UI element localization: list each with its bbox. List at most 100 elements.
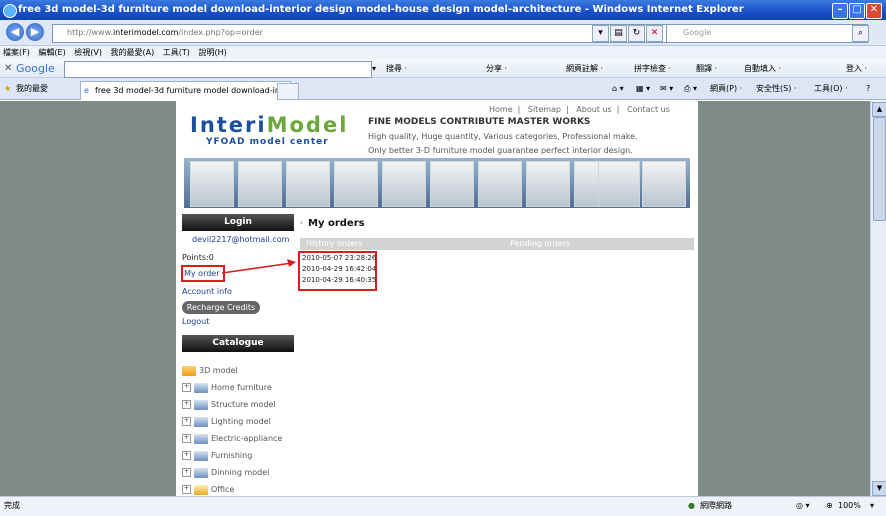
close-button[interactable]: ✕ <box>866 3 882 19</box>
google-search-input[interactable] <box>64 61 372 78</box>
tab-current[interactable]: e free 3d model-3d furniture model downl… <box>80 81 291 100</box>
order-row[interactable]: 2010-04-29 16:42:04 <box>302 265 376 273</box>
expand-icon[interactable]: + <box>182 383 191 392</box>
page-menu[interactable]: 網頁(P) · <box>710 78 742 100</box>
order-row[interactable]: 2010-04-29 16:40:35 <box>302 276 376 284</box>
expand-icon[interactable]: + <box>182 434 191 443</box>
bookmark-note-button[interactable]: 網頁註解 · <box>566 59 603 78</box>
menu-view[interactable]: 檢視(V) <box>74 48 102 57</box>
orders-tab-strip: History orders Pending orders <box>300 238 694 250</box>
tree-item-dinning[interactable]: + Dinning model <box>182 467 269 479</box>
my-order-link[interactable]: My order <box>184 269 220 278</box>
banner-sink-image[interactable] <box>598 161 640 207</box>
autofill-button[interactable]: 自動填入 · <box>744 59 781 78</box>
catalogue-heading: Catalogue <box>182 335 294 352</box>
address-dropdown-icon[interactable]: ▾ <box>592 25 609 42</box>
spellcheck-button[interactable]: 拼字檢查 · <box>634 59 671 78</box>
zoom-icon[interactable]: ⊕ <box>826 497 833 515</box>
slogan-line-2: Only better 3-D furniture model guarante… <box>368 146 633 155</box>
search-input[interactable]: Google <box>666 24 868 43</box>
banner-railing-image[interactable] <box>286 161 330 207</box>
menu-favorites[interactable]: 我的最愛(A) <box>111 48 155 57</box>
link-home[interactable]: Home <box>489 105 513 114</box>
banner-chair-image[interactable] <box>478 161 522 207</box>
tree-item-furnishing[interactable]: + Furnishing <box>182 450 252 462</box>
minimize-button[interactable]: – <box>832 3 848 19</box>
banner-table-image[interactable] <box>190 161 234 207</box>
banner-bathroom-image[interactable] <box>430 161 474 207</box>
close-toolbar-icon[interactable]: ✕ <box>4 59 12 78</box>
zone-text: 網際網路 <box>700 501 732 510</box>
banner-plant-image[interactable] <box>642 161 686 207</box>
signin-button[interactable]: 登入 · <box>846 59 867 78</box>
share-button[interactable]: 分享 · <box>486 59 507 78</box>
tree-item-label: Furnishing <box>211 451 253 460</box>
print-icon[interactable]: ⎙ ▾ <box>684 78 697 100</box>
site-logo[interactable]: InteriModel <box>190 113 348 137</box>
stop-icon[interactable]: ✕ <box>646 25 663 42</box>
banner-sofa-image[interactable] <box>382 161 426 207</box>
google-dropdown-icon[interactable]: ▾ <box>372 59 376 78</box>
new-tab-button[interactable] <box>277 83 299 100</box>
logout-link[interactable]: Logout <box>182 317 209 326</box>
link-about[interactable]: About us <box>576 105 611 114</box>
top-links: Home | Sitemap | About us | Contact us <box>489 105 670 114</box>
mail-icon[interactable]: ✉ ▾ <box>660 78 673 100</box>
order-row[interactable]: 2010-05-07 23:28:26 <box>302 254 376 262</box>
user-email: devil2217@hotmail.com <box>192 235 290 244</box>
google-search-button[interactable]: 搜尋 · <box>386 59 407 78</box>
link-contact[interactable]: Contact us <box>627 105 670 114</box>
menu-edit[interactable]: 編輯(E) <box>38 48 65 57</box>
compat-view-icon[interactable]: ▤ <box>610 25 627 42</box>
translate-button[interactable]: 翻譯 · <box>696 59 717 78</box>
account-info-link[interactable]: Account info <box>182 287 232 296</box>
page-icon: e <box>84 86 89 95</box>
zoom-dropdown-icon[interactable]: ▾ <box>870 497 874 515</box>
safety-menu[interactable]: 安全性(S) · <box>756 78 796 100</box>
tree-root[interactable]: 3D model <box>182 365 238 377</box>
tree-item-electric[interactable]: + Electric-appliance <box>182 433 282 445</box>
tree-item-office[interactable]: + Office <box>182 484 234 496</box>
link-sitemap[interactable]: Sitemap <box>528 105 561 114</box>
expand-icon[interactable]: + <box>182 451 191 460</box>
home-icon[interactable]: ⌂ ▾ <box>612 78 624 100</box>
logo-subtitle: YFOAD model center <box>206 137 329 147</box>
refresh-icon[interactable]: ↻ <box>628 25 645 42</box>
recharge-credits-button[interactable]: Recharge Credits <box>182 301 260 314</box>
menu-tools[interactable]: 工具(T) <box>163 48 190 57</box>
expand-icon[interactable]: + <box>182 485 191 494</box>
scroll-thumb[interactable] <box>873 117 886 221</box>
banner-cabinet-image[interactable] <box>238 161 282 207</box>
scroll-up-icon[interactable]: ▲ <box>872 102 886 117</box>
menu-help[interactable]: 說明(H) <box>198 48 226 57</box>
banner-computer-image[interactable] <box>334 161 378 207</box>
maximize-button[interactable]: □ <box>849 3 865 19</box>
forward-button[interactable]: ▶ <box>26 23 44 41</box>
scroll-down-icon[interactable]: ▼ <box>872 481 886 496</box>
expand-icon[interactable]: + <box>182 400 191 409</box>
search-icon[interactable]: ⌕ <box>852 25 869 42</box>
expand-icon[interactable]: + <box>182 417 191 426</box>
tree-item-structure[interactable]: + Structure model <box>182 399 276 411</box>
tab-history-orders[interactable]: History orders <box>306 238 363 250</box>
tree-item-home-furniture[interactable]: + Home furniture <box>182 382 272 394</box>
vertical-scrollbar[interactable]: ▲ ▼ <box>870 101 886 496</box>
help-icon[interactable]: ? <box>866 78 870 100</box>
tab-title: free 3d model-3d furniture model downloa… <box>95 86 290 95</box>
expand-icon[interactable]: + <box>182 468 191 477</box>
category-icon <box>194 467 208 478</box>
menu-file[interactable]: 檔案(F) <box>3 48 30 57</box>
logo-part-a: Interi <box>190 113 267 137</box>
back-button[interactable]: ◀ <box>6 23 24 41</box>
feeds-icon[interactable]: ▦ ▾ <box>636 78 650 100</box>
tools-menu[interactable]: 工具(O) · <box>814 78 848 100</box>
tab-pending-orders[interactable]: Pending orders <box>510 238 570 250</box>
url-domain: interimodel.com <box>112 28 179 37</box>
tree-item-label: Lighting model <box>211 417 271 426</box>
favorites-button[interactable]: 我的最愛 <box>16 78 48 100</box>
protected-mode-icon[interactable]: ◎ ▾ <box>796 497 810 515</box>
banner-bed-image[interactable] <box>526 161 570 207</box>
zoom-level[interactable]: 100% <box>838 497 861 515</box>
page-viewport: InteriModel YFOAD model center Home | Sit… <box>0 101 870 496</box>
tree-item-lighting[interactable]: + Lighting model <box>182 416 271 428</box>
